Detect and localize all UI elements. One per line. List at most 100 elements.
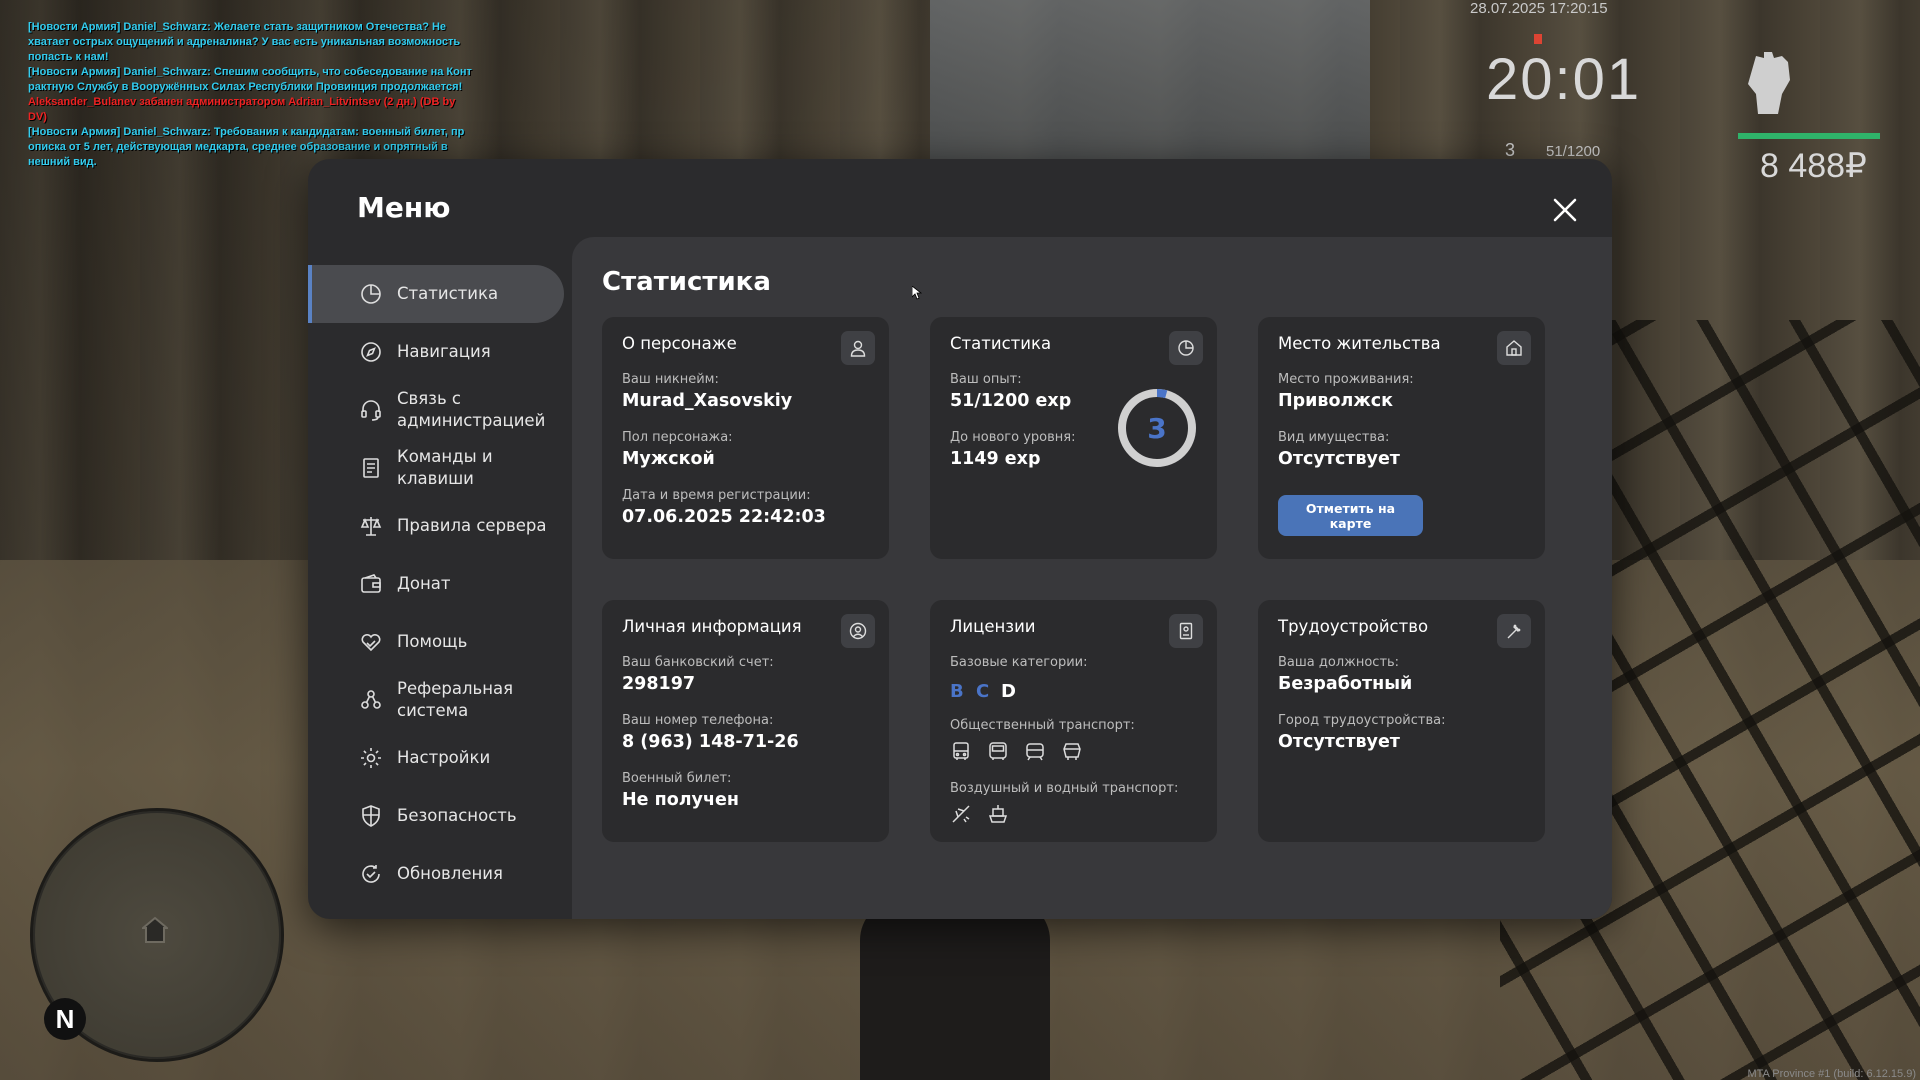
license-category-d: D <box>1001 681 1016 702</box>
sidebar-item-donate[interactable]: Донат <box>308 555 564 613</box>
basic-categories-label: Базовые категории: <box>950 655 1088 670</box>
bus-front-icon <box>989 742 1007 760</box>
sidebar-item-label: Донат <box>397 574 451 593</box>
sidebar-item-label: Помощь <box>397 632 468 651</box>
plane-icon <box>952 805 970 823</box>
document-icon <box>363 458 379 478</box>
sidebar-item-label: Безопасность <box>397 806 517 825</box>
card-icon <box>1497 614 1531 648</box>
sidebar-item-security[interactable]: Безопасность <box>308 787 564 845</box>
sidebar-item-label: Связь с администрацией <box>397 389 546 430</box>
chat-line: хватает острых ощущений и адреналина? У … <box>28 36 461 48</box>
property-label: Вид имущества: <box>1278 430 1390 445</box>
employment-card: Трудоустройство Ваша должность: Безработ… <box>1258 600 1545 842</box>
card-title: О персонаже <box>622 334 737 353</box>
card-title: Место жительства <box>1278 334 1441 353</box>
shield-icon <box>362 805 380 827</box>
card-icon <box>1169 331 1203 365</box>
gear-icon <box>361 748 381 768</box>
pie-chart-icon <box>361 284 381 304</box>
bank-account-label: Ваш банковский счет: <box>622 655 774 670</box>
close-icon[interactable] <box>1548 193 1582 227</box>
chat-line: попасть к нам! <box>28 51 109 63</box>
refresh-check-icon <box>362 865 380 883</box>
sidebar-item-updates[interactable]: Обновления <box>308 845 564 903</box>
phone-value: 8 (963) 148-71-26 <box>622 732 799 752</box>
sidebar-item-commands[interactable]: Команды и клавиши <box>308 439 564 497</box>
chat-line: [Новости Армия] Daniel_Schwarz: Желаете … <box>28 21 447 33</box>
character-card: О персонаже Ваш никнейм: Murad_Xasovskiy… <box>602 317 889 559</box>
card-icon <box>841 614 875 648</box>
card-icon <box>1497 331 1531 365</box>
residence-card: Место жительства Место проживания: Приво… <box>1258 317 1545 559</box>
statistics-card: Статистика Ваш опыт: 51/1200 exp До ново… <box>930 317 1217 559</box>
card-icon <box>841 331 875 365</box>
sidebar-item-label: Правила сервера <box>397 516 547 535</box>
hammer-icon <box>1507 624 1521 639</box>
bus-icon <box>953 742 969 760</box>
ship-icon <box>988 805 1008 823</box>
radar-north-marker: N <box>44 998 86 1040</box>
mouse-cursor <box>912 286 922 300</box>
card-title: Трудоустройство <box>1278 617 1429 636</box>
registration-label: Дата и время регистрации: <box>622 488 811 503</box>
residence-value: Приволжск <box>1278 391 1394 411</box>
sidebar-item-referral[interactable]: Реферальная система <box>308 671 564 729</box>
chat-line: рактную Службу в Вооружённых Силах Респу… <box>28 81 463 93</box>
sidebar-item-statistics[interactable]: Статистика <box>308 265 564 323</box>
sidebar-item-label: Статистика <box>397 284 499 303</box>
position-value: Безработный <box>1278 674 1413 694</box>
nickname-value: Murad_Xasovskiy <box>622 391 793 411</box>
chat-line: Aleksander_Bulanev забанен администратор… <box>28 96 456 108</box>
card-icon <box>1169 614 1203 648</box>
chat-line: [Новости Армия] Daniel_Schwarz: Требован… <box>28 126 465 138</box>
license-document-icon <box>1179 622 1193 640</box>
wallet-icon <box>361 574 381 593</box>
military-id-label: Военный билет: <box>622 771 732 786</box>
level-progress-ring: 3 <box>1118 389 1196 467</box>
headset-icon <box>361 400 381 421</box>
health-bar <box>1738 133 1880 139</box>
property-value: Отсутствует <box>1278 449 1400 469</box>
sidebar-item-admin-contact[interactable]: Связь с администрацией <box>308 381 564 439</box>
sidebar-item-help[interactable]: Помощь <box>308 613 564 671</box>
residence-label: Место проживания: <box>1278 372 1414 387</box>
card-title: Статистика <box>950 334 1052 353</box>
build-info: MTA Province #1 (build: 6.12.15.9) <box>1747 1068 1916 1080</box>
heart-hand-icon <box>361 633 381 652</box>
bank-account-value: 298197 <box>622 674 696 694</box>
license-category-b: B <box>950 681 964 702</box>
background-wall <box>930 0 1370 170</box>
house-icon <box>142 916 168 943</box>
nickname-label: Ваш никнейм: <box>622 372 719 387</box>
menu-title: Меню <box>357 191 451 224</box>
hud-datetime: 28.07.2025 17:20:15 <box>1470 0 1608 17</box>
work-city-label: Город трудоустройства: <box>1278 713 1446 728</box>
user-icon <box>850 340 866 357</box>
hud-level: 3 <box>1505 140 1516 160</box>
sidebar-item-label: Навигация <box>397 342 491 361</box>
position-label: Ваша должность: <box>1278 655 1400 670</box>
sidebar-item-label: Команды и клавиши <box>397 447 493 488</box>
hud-indicator <box>1534 34 1542 44</box>
sidebar-item-navigation[interactable]: Навигация <box>308 323 564 381</box>
sidebar-item-label: Обновления <box>397 864 503 883</box>
personal-info-card: Личная информация Ваш банковский счет: 2… <box>602 600 889 842</box>
exp-value: 51/1200 exp <box>950 391 1072 411</box>
tram-icon <box>1026 743 1044 761</box>
sidebar: Статистика Навигация Связь с администрац… <box>308 265 564 903</box>
phone-label: Ваш номер телефона: <box>622 713 774 728</box>
fist-icon <box>1748 52 1790 114</box>
sidebar-item-rules[interactable]: Правила сервера <box>308 497 564 555</box>
sidebar-item-label: Реферальная система <box>397 679 514 720</box>
sidebar-item-settings[interactable]: Настройки <box>308 729 564 787</box>
trolleybus-icon <box>1063 743 1081 760</box>
mark-on-map-button[interactable]: Отметить на карте <box>1278 495 1423 536</box>
pie-chart-icon <box>1178 340 1194 356</box>
referral-icon <box>361 690 381 709</box>
sidebar-item-label: Настройки <box>397 748 491 767</box>
chat-line: описка от 5 лет, действующая медкарта, с… <box>28 141 448 153</box>
page-title: Статистика <box>602 267 771 297</box>
gender-value: Мужской <box>622 449 715 469</box>
chat-line: DV) <box>28 111 47 123</box>
